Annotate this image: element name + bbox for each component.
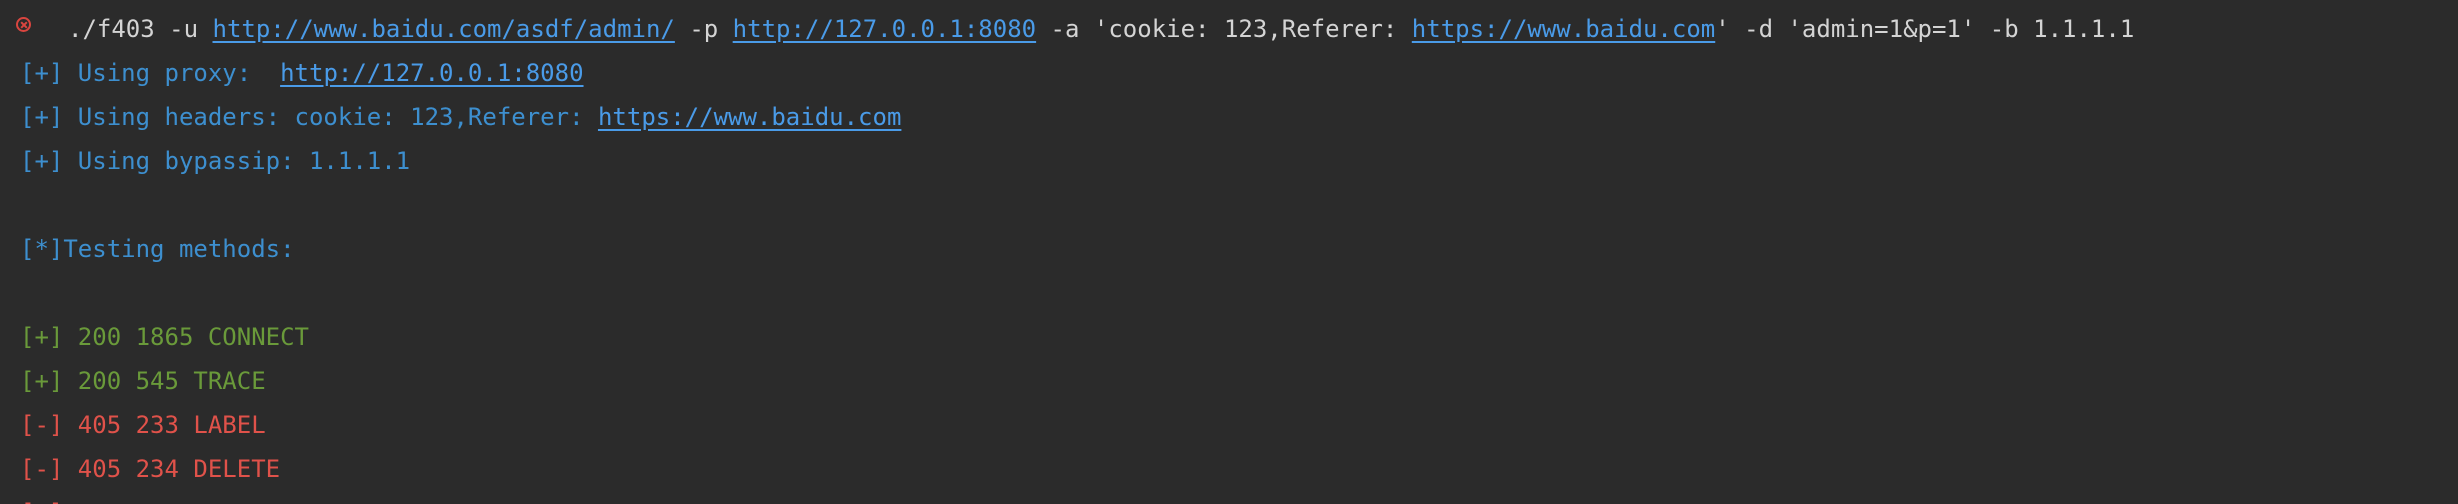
result-line: [+] 200 545 TRACE [20, 367, 266, 395]
headers-info-line: [+] Using headers: cookie: 123,Referer: … [20, 101, 901, 133]
command-rest: ' -d 'admin=1&p=1' -b 1.1.1.1 [1715, 15, 2135, 43]
command-line: ./f403 -u http://www.baidu.com/asdf/admi… [68, 13, 2134, 45]
command-flag-a: -a 'cookie: 123,Referer: [1036, 15, 1412, 43]
command-flag-p: -p [674, 15, 733, 43]
referer-url-link[interactable]: https://www.baidu.com [1412, 15, 1715, 43]
proxy-info-line: [+] Using proxy: http://127.0.0.1:8080 [20, 57, 584, 89]
headers-info-label: [+] Using headers: cookie: 123,Referer: [20, 103, 598, 131]
target-url-link[interactable]: http://www.baidu.com/asdf/admin/ [213, 15, 675, 43]
result-line: [+] 200 1865 CONNECT [20, 323, 309, 351]
error-status-icon[interactable] [16, 17, 31, 32]
terminal-output[interactable]: ./f403 -u http://www.baidu.com/asdf/admi… [0, 0, 2458, 504]
result-line: [-] 405 234 DELETE [20, 455, 281, 483]
testing-methods-line: [*]Testing methods: [20, 235, 295, 263]
proxy-info-label: [+] Using proxy: [20, 59, 281, 87]
bypassip-info-line: [+] Using bypassip: 1.1.1.1 [20, 147, 411, 175]
result-line: [-] [20, 497, 63, 504]
headers-info-link[interactable]: https://www.baidu.com [598, 103, 901, 131]
proxy-info-link[interactable]: http://127.0.0.1:8080 [280, 59, 583, 87]
result-line: [-] 405 233 LABEL [20, 411, 266, 439]
proxy-url-link[interactable]: http://127.0.0.1:8080 [733, 15, 1036, 43]
command-prefix: ./f403 -u [68, 15, 213, 43]
